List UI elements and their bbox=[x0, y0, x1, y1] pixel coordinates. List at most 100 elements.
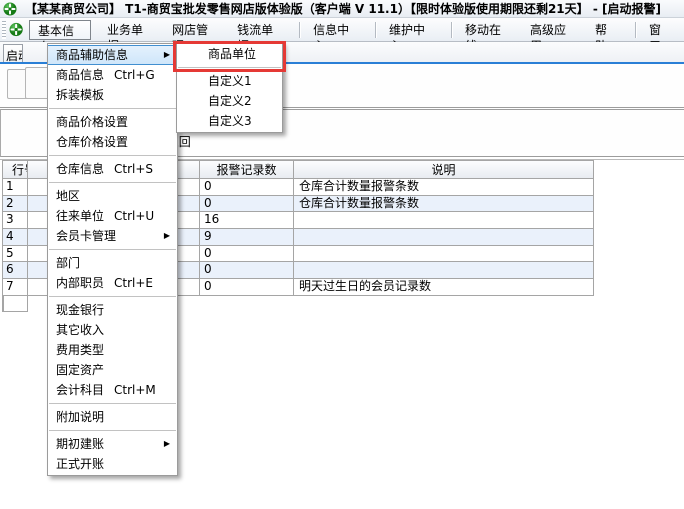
menu-item-10[interactable]: 往来单位Ctrl+U bbox=[48, 206, 177, 226]
submenu-item-label: 自定义2 bbox=[208, 94, 252, 108]
grid-cell-desc bbox=[294, 262, 594, 279]
menu-item-22[interactable]: 附加说明 bbox=[48, 407, 177, 427]
shortcut-label: Ctrl+G bbox=[114, 68, 155, 82]
menu-item-9[interactable]: 地区 bbox=[48, 186, 177, 206]
menubar-item-5[interactable]: 维护中心 bbox=[381, 20, 441, 40]
menu-item-11[interactable]: 会员卡管理 ▶ bbox=[48, 226, 177, 246]
menubar-item-1[interactable]: 业务单据 bbox=[99, 20, 159, 40]
menu-separator bbox=[48, 293, 177, 300]
menu-item-label: 拆装模板 bbox=[56, 88, 104, 102]
grid-header-cell[interactable]: 行号 bbox=[3, 160, 28, 179]
menubar-item-4[interactable]: 信息中心 bbox=[305, 20, 365, 40]
menubar-item-6[interactable]: 移动在线 bbox=[457, 20, 517, 40]
grid-header-cell[interactable]: 报警记录数 bbox=[200, 160, 294, 179]
menu-item-label: 附加说明 bbox=[56, 410, 104, 424]
shortcut-label: Ctrl+E bbox=[114, 276, 153, 290]
menubar-item-2[interactable]: 网店管理 bbox=[164, 20, 224, 40]
grid-cell-count: 0 bbox=[200, 196, 294, 213]
grid-cell-count: 0 bbox=[200, 262, 294, 279]
submenu-item-4[interactable]: 自定义3 bbox=[177, 111, 282, 131]
menu-item-14[interactable]: 内部职员 Ctrl+E bbox=[48, 273, 177, 293]
menubar-item-7[interactable]: 高级应用 bbox=[522, 20, 582, 40]
submenu-item-label: 自定义3 bbox=[208, 114, 252, 128]
menubar-item-3[interactable]: 钱流单据 bbox=[229, 20, 289, 40]
title-bar: 【某某商贸公司】 T1-商贸宝批发零售网店版体验版（客户端 V 11.1）【限时… bbox=[0, 0, 684, 18]
menu-item-label: 仓库价格设置 bbox=[56, 135, 128, 149]
grid-cell-desc bbox=[294, 246, 594, 263]
menu-item-label: 期初建账 bbox=[56, 437, 104, 451]
menu-item-label: 往来单位 bbox=[56, 209, 104, 223]
menu-separator bbox=[48, 427, 177, 434]
submenu-arrow-icon: ▶ bbox=[164, 226, 170, 246]
grid-cell-rowno: 2 bbox=[3, 196, 28, 213]
menu-item-label: 商品辅助信息 bbox=[56, 48, 128, 62]
menu-item-0[interactable]: 商品辅助信息 ▶ bbox=[48, 45, 177, 65]
grid-header-cell[interactable]: 说明 bbox=[294, 160, 594, 179]
menu-item-label: 地区 bbox=[56, 189, 80, 203]
menubar-divider bbox=[299, 22, 300, 38]
submenu-item-2[interactable]: 自定义1 bbox=[177, 71, 282, 91]
menu-item-17[interactable]: 其它收入 bbox=[48, 320, 177, 340]
menu-item-1[interactable]: 商品信息 Ctrl+G bbox=[48, 65, 177, 85]
grid-cell-count: 9 bbox=[200, 229, 294, 246]
grid-cell-desc: 仓库合计数量报警条数 bbox=[294, 179, 594, 196]
menu-separator bbox=[48, 152, 177, 159]
submenu-arrow-icon: ▶ bbox=[164, 46, 170, 64]
menu-separator bbox=[48, 105, 177, 112]
menu-item-label: 其它收入 bbox=[56, 323, 104, 337]
menu-item-20[interactable]: 会计科目 Ctrl+M bbox=[48, 380, 177, 400]
menu-item-label: 部门 bbox=[56, 256, 80, 270]
grid-cell-desc: 明天过生日的会员记录数 bbox=[294, 279, 594, 296]
window-title: 【某某商贸公司】 T1-商贸宝批发零售网店版体验版（客户端 V 11.1）【限时… bbox=[25, 0, 661, 17]
menu-item-25[interactable]: 正式开账 bbox=[48, 454, 177, 474]
grid-cell-rowno: 4 bbox=[3, 229, 28, 246]
menu-item-18[interactable]: 费用类型 bbox=[48, 340, 177, 360]
menu-item-7[interactable]: 仓库信息 Ctrl+S bbox=[48, 159, 177, 179]
menu-item-label: 会员卡管理 bbox=[56, 229, 116, 243]
menubar-item-8[interactable]: 帮助 bbox=[587, 20, 625, 40]
menu-item-2[interactable]: 拆装模板 bbox=[48, 85, 177, 105]
menu-item-19[interactable]: 固定资产 bbox=[48, 360, 177, 380]
menubar-divider bbox=[451, 22, 452, 38]
menubar-divider bbox=[635, 22, 636, 38]
menu-item-13[interactable]: 部门 bbox=[48, 253, 177, 273]
grid-cell-rowno: 7 bbox=[3, 279, 28, 296]
grid-cell-count: 0 bbox=[200, 246, 294, 263]
submenu-item-3[interactable]: 自定义2 bbox=[177, 91, 282, 111]
annotation-red-box bbox=[173, 41, 286, 72]
grid-cell-rowno: 6 bbox=[3, 262, 28, 279]
shortcut-label: Ctrl+S bbox=[114, 162, 153, 176]
submenu-arrow-icon: ▶ bbox=[164, 434, 170, 454]
menu-item-label: 商品价格设置 bbox=[56, 115, 128, 129]
menu-item-16[interactable]: 现金银行 bbox=[48, 300, 177, 320]
menu-item-label: 仓库信息 bbox=[56, 162, 104, 176]
menu-item-5[interactable]: 仓库价格设置 bbox=[48, 132, 177, 152]
grid-cell-rowno: 1 bbox=[3, 179, 28, 196]
menu-item-24[interactable]: 期初建账 ▶ bbox=[48, 434, 177, 454]
grid-empty-cell bbox=[3, 296, 28, 312]
menu-item-label: 固定资产 bbox=[56, 363, 104, 377]
menubar-item-0[interactable]: 基本信息 bbox=[29, 20, 91, 40]
tab-start-alarm[interactable]: 启动报警 bbox=[3, 44, 23, 62]
menubar-item-9[interactable]: 窗口 bbox=[641, 20, 679, 40]
menu-item-label: 内部职员 bbox=[56, 276, 104, 290]
grid-cell-count: 16 bbox=[200, 212, 294, 229]
shortcut-label: Ctrl+M bbox=[114, 383, 156, 397]
grid-cell-rowno: 5 bbox=[3, 246, 28, 263]
menu-separator bbox=[48, 179, 177, 186]
grid-cell-desc bbox=[294, 212, 594, 229]
menu-separator bbox=[48, 400, 177, 407]
submenu-item-label: 自定义1 bbox=[208, 74, 252, 88]
grid-cell-desc: 仓库合计数量报警条数 bbox=[294, 196, 594, 213]
app-logo-icon bbox=[3, 2, 17, 16]
menu-item-label: 商品信息 bbox=[56, 68, 104, 82]
toolbar-gripper[interactable] bbox=[2, 21, 6, 39]
grid-cell-count: 0 bbox=[200, 279, 294, 296]
menubar-divider bbox=[375, 22, 376, 38]
grid-cell-desc bbox=[294, 229, 594, 246]
menu-bar: 基本信息业务单据网店管理钱流单据信息中心维护中心移动在线高级应用帮助窗口 bbox=[0, 18, 684, 42]
menu-item-label: 现金银行 bbox=[56, 303, 104, 317]
menu-item-4[interactable]: 商品价格设置 bbox=[48, 112, 177, 132]
menu-item-label: 会计科目 bbox=[56, 383, 104, 397]
menu-item-label: 费用类型 bbox=[56, 343, 104, 357]
